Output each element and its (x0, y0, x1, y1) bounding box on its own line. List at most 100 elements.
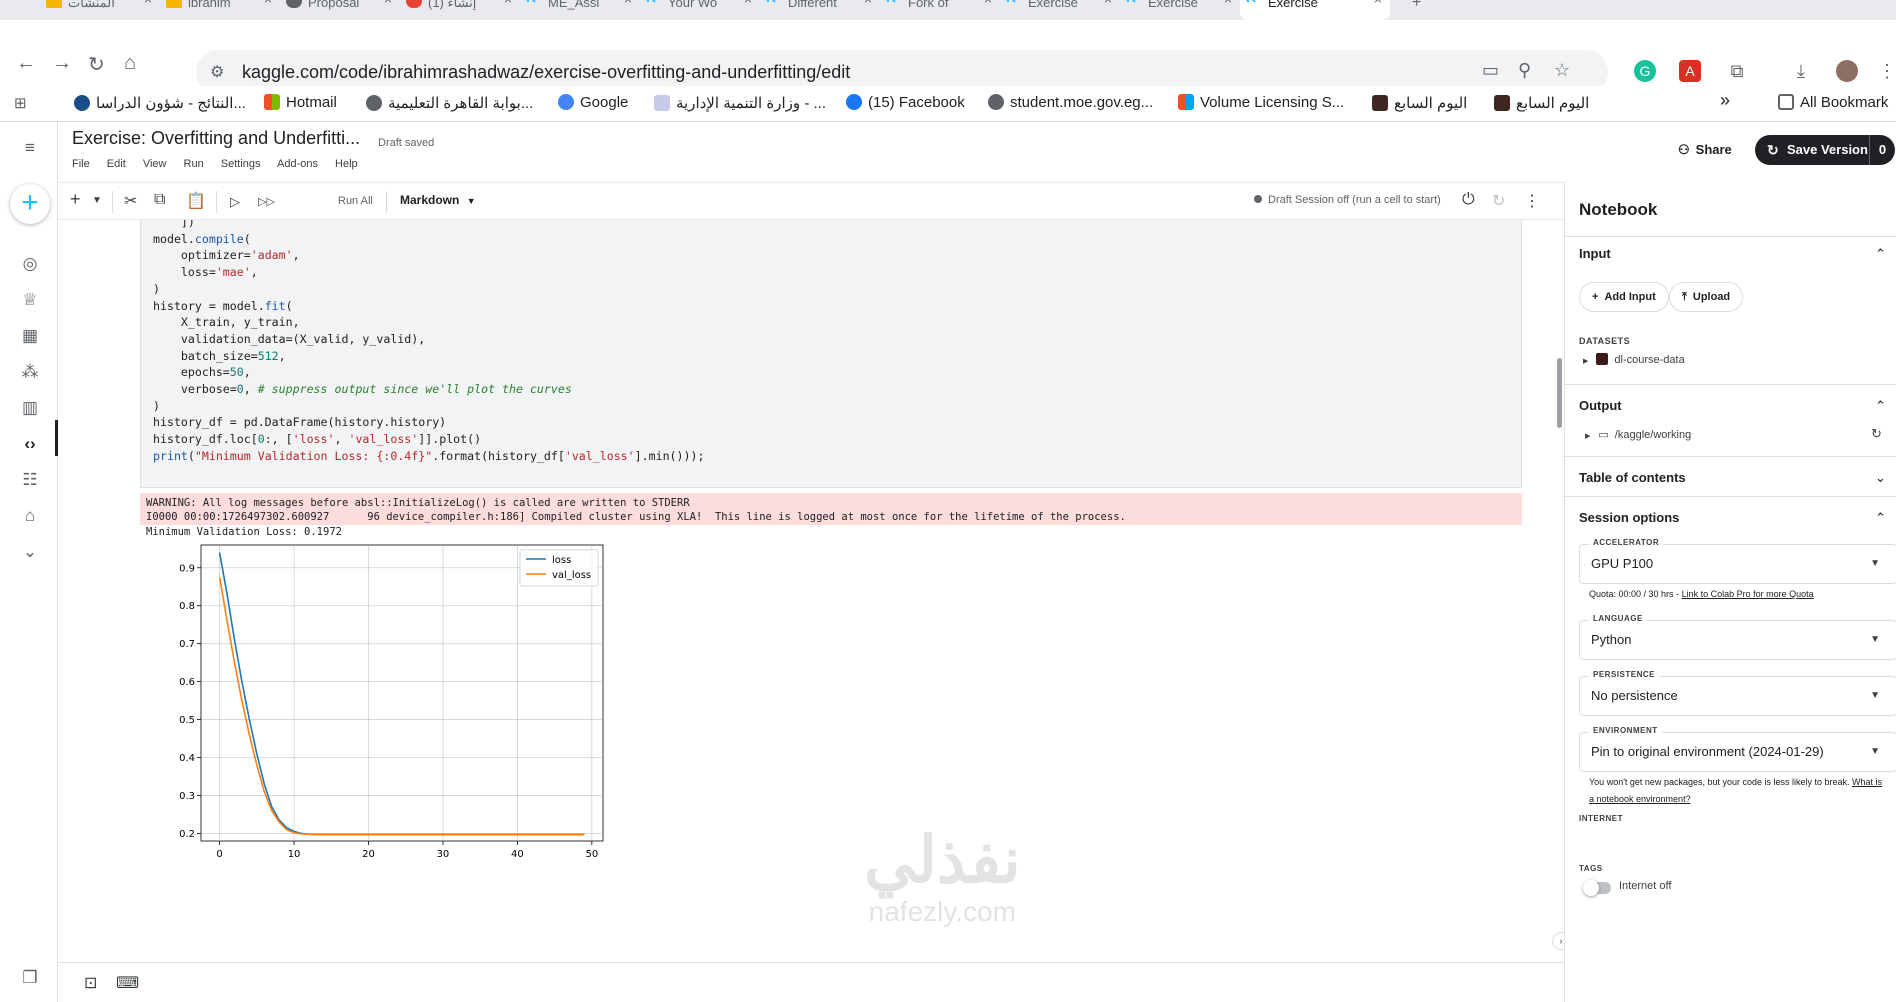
save-version-count[interactable]: 0 (1869, 135, 1895, 165)
copy-icon[interactable]: ⧉ (154, 191, 165, 209)
code-cell[interactable]: ]) model.compile( optimizer='adam', loss… (140, 220, 1522, 488)
browser-tab[interactable]: KExercise× (1120, 0, 1240, 20)
notebook-editor[interactable]: ]) model.compile( optimizer='adam', loss… (58, 220, 1564, 962)
chevron-down-icon[interactable]: ⌄ (1875, 470, 1886, 486)
table-of-contents-heading[interactable]: Table of contents (1579, 470, 1686, 485)
more-options-icon[interactable]: ⋮ (1524, 191, 1540, 211)
editor-scrollbar-thumb[interactable] (1557, 358, 1562, 428)
bookmark-item[interactable]: Google (558, 94, 628, 111)
tab-close-icon[interactable]: × (984, 0, 992, 6)
tab-close-icon[interactable]: × (264, 0, 272, 6)
discussions-icon[interactable]: ☷ (20, 470, 40, 490)
tab-close-icon[interactable]: × (1104, 0, 1112, 6)
grammarly-extension-icon[interactable]: G (1634, 60, 1656, 82)
output-section-heading[interactable]: Output (1579, 398, 1622, 413)
bookmark-item[interactable]: النتائج - شؤون الدراسا... (74, 94, 246, 112)
paste-icon[interactable]: 📋 (186, 191, 206, 211)
learn-icon[interactable]: ⌂ (20, 506, 40, 526)
menu-help[interactable]: Help (335, 158, 358, 170)
accelerator-select[interactable]: GPU P100 ▼ (1579, 544, 1896, 584)
menu-view[interactable]: View (143, 158, 167, 170)
bookmark-item[interactable]: بوابة القاهرة التعليمية... (366, 94, 533, 112)
bookmark-item[interactable]: Hotmail (264, 94, 337, 111)
bookmark-item[interactable]: Volume Licensing S... (1178, 94, 1344, 111)
code-icon[interactable]: ‹› (20, 434, 40, 454)
models-icon[interactable]: ⁂ (20, 362, 40, 382)
extensions-icon[interactable]: ⧉ (1726, 60, 1748, 82)
bookmarks-overflow-icon[interactable]: » (1720, 90, 1730, 111)
datasets-table-icon[interactable]: ▦ (20, 326, 40, 346)
persistence-select[interactable]: No persistence ▼ (1579, 676, 1896, 716)
code-editor[interactable]: ]) model.compile( optimizer='adam', loss… (153, 220, 704, 465)
cut-icon[interactable]: ✂ (124, 191, 137, 211)
chevron-up-icon[interactable]: ⌃ (1875, 246, 1886, 262)
input-section-heading[interactable]: Input (1579, 246, 1611, 261)
install-app-icon[interactable]: ▭ (1482, 60, 1499, 81)
save-version-button[interactable]: ↻ Save Version 0 (1755, 135, 1895, 165)
tab-close-icon[interactable]: × (864, 0, 872, 6)
browser-tab[interactable]: KExercise× (1000, 0, 1120, 20)
pdf-extension-icon[interactable]: A (1679, 60, 1701, 82)
refresh-icon[interactable]: ↻ (1492, 191, 1505, 211)
menu-settings[interactable]: Settings (221, 158, 261, 170)
power-icon[interactable]: ⏻ (1462, 191, 1475, 209)
zoom-icon[interactable]: ⚲ (1518, 60, 1531, 81)
notebook-title[interactable]: Exercise: Overfitting and Underfitti... (72, 128, 360, 149)
console-icon[interactable]: ⊡ (84, 973, 97, 993)
browser-tab[interactable]: KFork of× (880, 0, 1000, 20)
tab-close-icon[interactable]: × (1374, 0, 1382, 6)
create-plus-button[interactable]: + (10, 184, 50, 224)
url-text[interactable]: kaggle.com/code/ibrahimrashadwaz/exercis… (242, 62, 850, 83)
browser-tab[interactable]: ibrahim× (160, 0, 280, 20)
tab-close-icon[interactable]: × (384, 0, 392, 6)
bookmark-item[interactable]: اليوم السابع (1372, 94, 1467, 112)
browser-tab[interactable]: (1) إنشاء× (400, 0, 520, 20)
run-cell-icon[interactable]: ▷ (230, 194, 240, 210)
all-bookmarks[interactable]: All Bookmark (1778, 94, 1888, 111)
chevron-up-icon[interactable]: ⌃ (1875, 398, 1886, 414)
tab-close-icon[interactable]: × (744, 0, 752, 6)
chevron-up-icon[interactable]: ⌃ (1875, 510, 1886, 526)
apps-grid-icon[interactable]: ⊞ (14, 94, 27, 112)
run-all-label[interactable]: Run All (338, 195, 373, 207)
cell-type-select[interactable]: Markdown ▼ (400, 193, 476, 207)
menu-file[interactable]: File (72, 158, 90, 170)
new-tab-button[interactable]: + (1404, 0, 1434, 20)
menu-add-ons[interactable]: Add-ons (277, 158, 318, 170)
bookmark-item[interactable]: student.moe.gov.eg... (988, 94, 1153, 111)
tab-close-icon[interactable]: × (1224, 0, 1232, 6)
benchmark-chart-icon[interactable]: ▥ (20, 398, 40, 418)
hamburger-menu-icon[interactable]: ≡ (20, 138, 40, 158)
profile-avatar[interactable] (1836, 60, 1858, 82)
browser-tab[interactable]: المنشآت× (40, 0, 160, 20)
compass-icon[interactable]: ◎ (20, 254, 40, 274)
share-button[interactable]: ⚇ Share (1678, 142, 1732, 158)
dataset-item[interactable]: ▶ dl-course-data (1583, 353, 1685, 366)
keyboard-icon[interactable]: ⌨ (116, 973, 139, 993)
run-all-icon[interactable]: ▷▷ (258, 195, 275, 208)
session-options-heading[interactable]: Session options (1579, 510, 1679, 525)
site-info-icon[interactable]: ⚙ (210, 62, 224, 82)
internet-toggle[interactable] (1583, 880, 1611, 896)
trophy-icon[interactable]: ♕ (20, 290, 40, 310)
copy-pages-icon[interactable]: ❐ (20, 968, 40, 988)
bookmark-item[interactable]: (15) Facebook (846, 94, 965, 111)
reload-icon[interactable]: ↻ (88, 52, 105, 77)
browser-tab[interactable]: Proposal× (280, 0, 400, 20)
menu-run[interactable]: Run (184, 158, 204, 170)
back-icon[interactable]: ← (16, 52, 36, 75)
browser-tab[interactable]: KYour Wo× (640, 0, 760, 20)
home-icon[interactable]: ⌂ (124, 52, 136, 75)
upload-button[interactable]: ⤒ Upload (1669, 282, 1744, 312)
add-cell-icon[interactable]: + (70, 189, 81, 210)
tab-close-icon[interactable]: × (504, 0, 512, 6)
colab-pro-link[interactable]: Link to Colab Pro for more Quota (1682, 589, 1814, 599)
download-icon[interactable]: ⤓ (1790, 60, 1812, 82)
browser-tab[interactable]: KME_Assi× (520, 0, 640, 20)
language-select[interactable]: Python ▼ (1579, 620, 1896, 660)
tab-close-icon[interactable]: × (144, 0, 152, 6)
environment-select[interactable]: Pin to original environment (2024-01-29)… (1579, 732, 1896, 772)
forward-icon[interactable]: → (52, 52, 72, 75)
bookmark-star-icon[interactable]: ☆ (1554, 60, 1570, 81)
menu-edit[interactable]: Edit (107, 158, 126, 170)
